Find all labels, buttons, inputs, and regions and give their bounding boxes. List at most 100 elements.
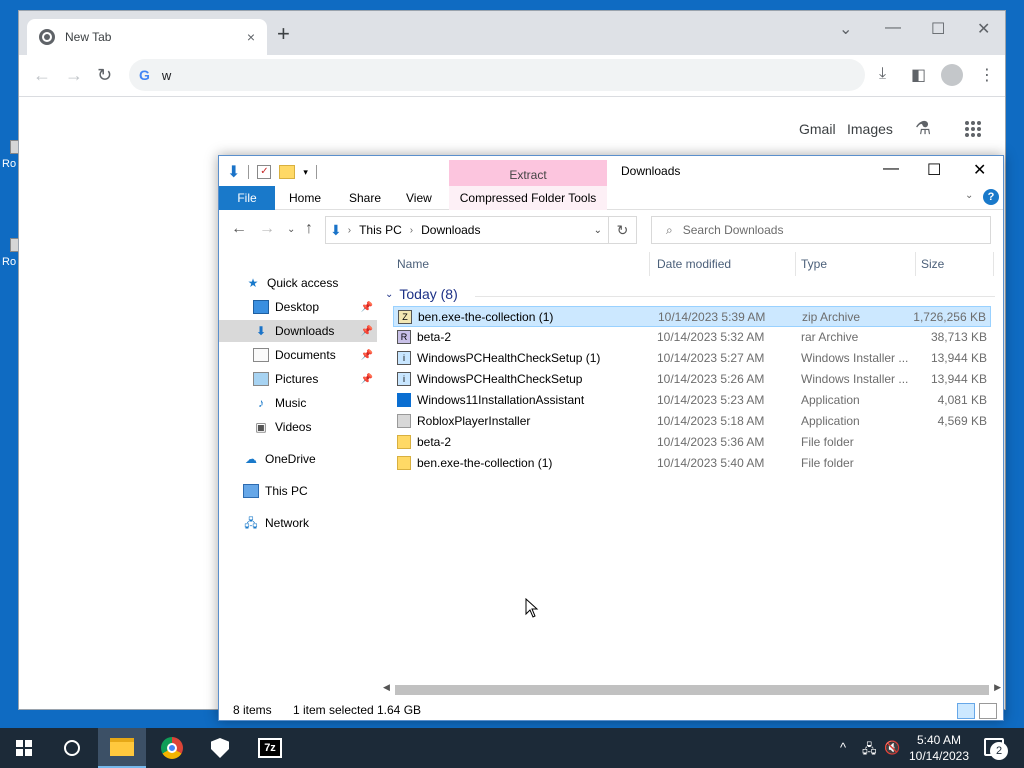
new-tab-button[interactable]: + bbox=[277, 23, 290, 45]
tab-compressed-folder-tools[interactable]: Compressed Folder Tools bbox=[449, 186, 607, 210]
taskbar-search-button[interactable] bbox=[48, 728, 96, 768]
recent-locations-chevron-icon[interactable]: ⌄ bbox=[287, 224, 295, 235]
forward-arrow-icon[interactable]: → bbox=[65, 65, 83, 86]
chrome-tab-title: New Tab bbox=[65, 30, 112, 44]
breadcrumb-downloads[interactable]: Downloads bbox=[421, 223, 480, 237]
file-date-modified: 10/14/2023 5:27 AM bbox=[657, 351, 765, 365]
column-header-type[interactable]: Type bbox=[801, 248, 827, 280]
close-window-icon[interactable]: ✕ bbox=[977, 19, 990, 39]
back-arrow-icon[interactable]: ← bbox=[33, 65, 51, 86]
star-icon: ★ bbox=[247, 276, 259, 290]
tab-search-chevron-icon[interactable]: ⌄ bbox=[839, 19, 852, 39]
group-header-today[interactable]: ⌄ Today (8) bbox=[385, 286, 458, 302]
table-row[interactable]: Zben.exe-the-collection (1) 10/14/2023 5:… bbox=[393, 306, 991, 327]
back-arrow-icon[interactable]: ← bbox=[231, 220, 247, 238]
start-button[interactable] bbox=[0, 728, 48, 768]
address-bar[interactable]: ⬇ › This PC › Downloads ⌄ bbox=[325, 216, 609, 244]
expand-ribbon-chevron-icon[interactable]: ⌄ bbox=[965, 190, 973, 201]
properties-icon[interactable]: ✓ bbox=[257, 165, 272, 179]
tab-file[interactable]: File bbox=[219, 186, 275, 210]
taskbar-chrome[interactable] bbox=[148, 728, 196, 768]
column-header-size[interactable]: Size bbox=[921, 248, 944, 280]
help-icon[interactable]: ? bbox=[983, 189, 999, 205]
taskbar-security[interactable] bbox=[196, 728, 244, 768]
search-input[interactable]: Search Downloads bbox=[683, 223, 784, 237]
taskbar-file-explorer[interactable] bbox=[98, 728, 146, 768]
large-icons-view-icon[interactable] bbox=[979, 703, 997, 719]
reload-icon[interactable]: ↻ bbox=[97, 65, 112, 86]
navigation-pane: ★ Quick access Desktop 📌 ⬇ Downloads 📌 D… bbox=[219, 248, 379, 688]
images-link[interactable]: Images bbox=[847, 121, 893, 137]
gmail-link[interactable]: Gmail bbox=[799, 121, 836, 137]
column-header-date-modified[interactable]: Date modified bbox=[657, 248, 731, 280]
profile-avatar-icon[interactable] bbox=[941, 64, 963, 86]
sidebar-item-pictures[interactable]: Pictures 📌 bbox=[219, 368, 377, 390]
maximize-icon[interactable]: ☐ bbox=[927, 160, 941, 180]
desktop-icon[interactable]: Ro bbox=[0, 140, 20, 180]
file-name: ben.exe-the-collection (1) bbox=[417, 456, 553, 470]
taskbar-7zip[interactable]: 7z bbox=[246, 728, 294, 768]
sidebar-item-network[interactable]: 🖧 Network bbox=[219, 512, 377, 534]
scroll-right-icon[interactable]: ▶ bbox=[994, 682, 1001, 693]
horizontal-scrollbar[interactable]: ◀ ▶ bbox=[381, 682, 1003, 696]
scrollbar-thumb[interactable] bbox=[395, 685, 989, 695]
address-dropdown-chevron-icon[interactable]: ⌄ bbox=[594, 225, 602, 236]
close-window-icon[interactable]: ✕ bbox=[973, 160, 986, 180]
file-date-modified: 10/14/2023 5:39 AM bbox=[658, 310, 766, 324]
tab-home[interactable]: Home bbox=[289, 186, 321, 210]
chrome-tab-new-tab[interactable]: New Tab × bbox=[27, 19, 267, 55]
downloads-arrow-icon: ⬇ bbox=[330, 221, 342, 238]
breadcrumb-this-pc[interactable]: This PC bbox=[359, 223, 402, 237]
desktop-icon[interactable]: Ro bbox=[0, 238, 20, 278]
column-header-name[interactable]: Name bbox=[397, 248, 429, 280]
file-type: rar Archive bbox=[801, 330, 859, 344]
labs-flask-icon[interactable]: ⚗ bbox=[915, 118, 931, 139]
new-folder-icon[interactable] bbox=[279, 165, 296, 179]
omnibox[interactable]: G w bbox=[129, 59, 865, 91]
search-box[interactable]: ⌕ Search Downloads bbox=[651, 216, 991, 244]
forward-arrow-icon[interactable]: → bbox=[259, 220, 275, 238]
table-row[interactable]: Rbeta-2 10/14/2023 5:32 AM rar Archive 38,7… bbox=[393, 327, 991, 348]
sidebar-item-downloads[interactable]: ⬇ Downloads 📌 bbox=[219, 320, 377, 342]
table-row[interactable]: i WindowsPCHealthCheckSetup (1) 10/14/2023… bbox=[393, 348, 991, 369]
pin-icon: 📌 bbox=[360, 301, 373, 313]
scroll-left-icon[interactable]: ◀ bbox=[383, 682, 390, 693]
download-icon[interactable]: ⤓ bbox=[879, 65, 886, 83]
file-type: Windows Installer ... bbox=[801, 351, 909, 365]
table-row[interactable]: RobloxPlayerInstaller 10/14/2023 5:18 AM A… bbox=[393, 411, 991, 432]
side-panel-icon[interactable]: ◧ bbox=[911, 65, 926, 85]
table-row[interactable]: Windows11InstallationAssistant 10/14/2023… bbox=[393, 390, 991, 411]
show-hidden-icons-chevron-icon[interactable]: ^ bbox=[840, 740, 846, 755]
sidebar-item-videos[interactable]: ▣ Videos bbox=[219, 416, 377, 438]
maximize-icon[interactable]: ☐ bbox=[931, 19, 945, 39]
system-clock[interactable]: 5:40 AM 10/14/2023 bbox=[904, 732, 974, 764]
google-apps-icon[interactable] bbox=[965, 121, 981, 137]
desktop-icon-label: Ro bbox=[2, 158, 17, 170]
network-icon[interactable]: 🖧 bbox=[862, 740, 877, 762]
desktop-icon-label: Ro bbox=[2, 256, 17, 268]
details-view-icon[interactable] bbox=[957, 703, 975, 719]
menu-dots-icon[interactable]: ⋮ bbox=[979, 65, 995, 85]
sidebar-item-desktop[interactable]: Desktop 📌 bbox=[219, 296, 377, 318]
table-row[interactable]: i WindowsPCHealthCheckSetup 10/14/2023 5:2… bbox=[393, 369, 991, 390]
file-name: ben.exe-the-collection (1) bbox=[418, 310, 554, 324]
sidebar-item-quick-access[interactable]: ★ Quick access bbox=[219, 272, 377, 294]
tab-share[interactable]: Share bbox=[349, 186, 381, 210]
table-row[interactable]: beta-2 10/14/2023 5:36 AM File folder bbox=[393, 432, 991, 453]
table-row[interactable]: ben.exe-the-collection (1) 10/14/2023 5:4… bbox=[393, 453, 991, 474]
customize-qat-chevron-icon[interactable]: ▾ bbox=[303, 167, 308, 178]
minimize-icon[interactable]: — bbox=[883, 160, 899, 178]
close-tab-icon[interactable]: × bbox=[247, 29, 255, 45]
omnibox-input[interactable]: w bbox=[162, 68, 171, 83]
tab-view[interactable]: View bbox=[406, 186, 432, 210]
up-arrow-icon[interactable]: ↑ bbox=[305, 220, 313, 238]
chrome-toolbar: ← → ↻ G w ⤓ ◧ ⋮ bbox=[19, 55, 1005, 97]
sidebar-item-documents[interactable]: Documents 📌 bbox=[219, 344, 377, 366]
shield-icon bbox=[211, 738, 229, 758]
minimize-icon[interactable]: — bbox=[885, 19, 901, 37]
refresh-icon[interactable]: ↻ bbox=[609, 216, 637, 244]
volume-muted-icon[interactable]: 🔇 bbox=[884, 740, 900, 756]
sidebar-item-onedrive[interactable]: ☁ OneDrive bbox=[219, 448, 377, 470]
sidebar-item-this-pc[interactable]: This PC bbox=[219, 480, 377, 502]
sidebar-item-music[interactable]: ♪ Music bbox=[219, 392, 377, 414]
